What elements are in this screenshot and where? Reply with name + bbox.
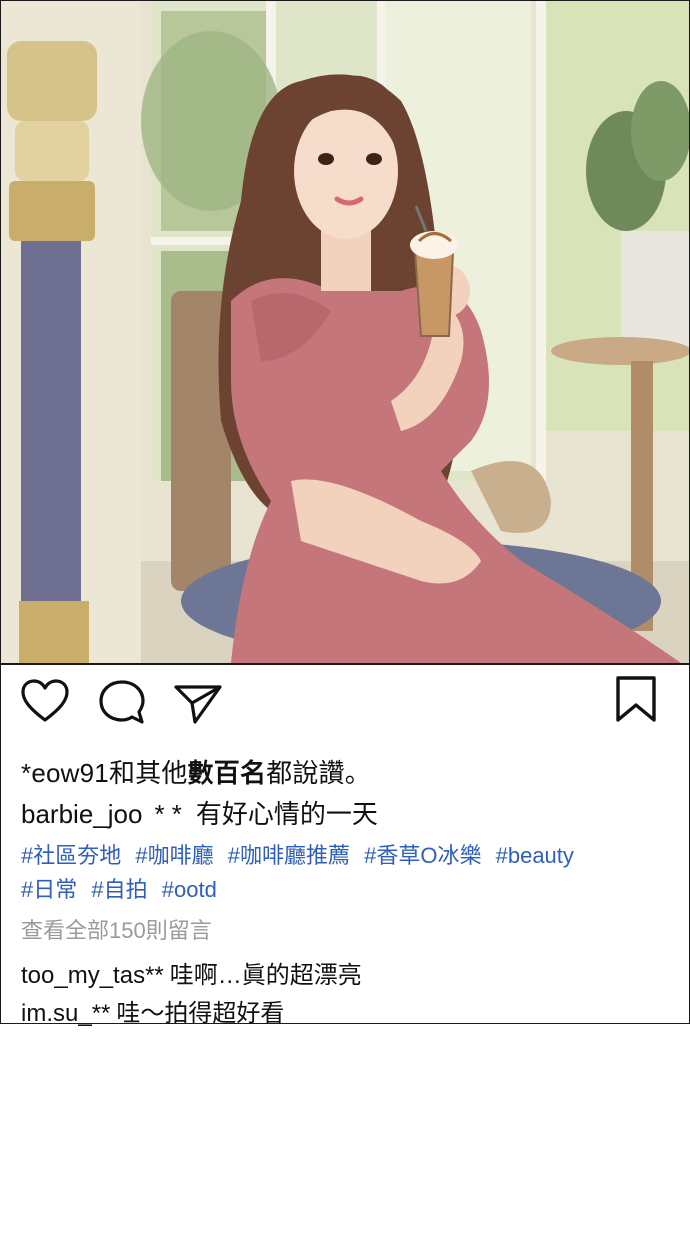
author-suffix: * * (154, 799, 182, 829)
likes-suffix: 都說讚。 (266, 758, 371, 788)
comment-username[interactable]: too_my_tas** (21, 962, 164, 989)
comment-item: too_my_tas** 哇啊…眞的超漂亮 (21, 955, 362, 990)
post-illustration (1, 1, 689, 663)
hashtag[interactable]: #咖啡廳 (135, 843, 213, 868)
likes-count[interactable]: 數百名 (188, 758, 267, 788)
paper-plane-icon (174, 685, 222, 724)
post-photo[interactable] (1, 1, 689, 665)
hashtag[interactable]: #beauty (496, 843, 574, 868)
share-button[interactable] (173, 683, 223, 725)
hashtag-list: #社區夯地 #咖啡廳 #咖啡廳推薦 #香草O冰樂 #beauty #日常 #自拍… (21, 839, 671, 907)
likes-user[interactable]: *eow91 (21, 758, 109, 788)
instagram-post: *eow91和其他數百名都說讚。 barbie_joo * * 有好心情的一天 #社… (0, 0, 690, 1027)
action-bar (1, 665, 689, 745)
comment-item: im.su_** 哇～拍得超好看 (21, 993, 284, 1028)
hashtag[interactable]: #自拍 (91, 877, 147, 902)
view-all-comments-link[interactable]: 查看全部150則留言 (21, 913, 212, 945)
caption-text: 有好心情的一天 (195, 799, 378, 829)
hashtag[interactable]: #ootd (162, 877, 217, 902)
likes-line: *eow91和其他數百名都說讚。 (21, 753, 371, 790)
bookmark-icon (616, 676, 656, 722)
comment-text: 哇啊…眞的超漂亮 (169, 962, 362, 989)
hashtag[interactable]: #社區夯地 (21, 843, 121, 868)
comment-bubble-icon (99, 680, 145, 724)
hashtag[interactable]: #日常 (21, 877, 77, 902)
comment-username[interactable]: im.su_** (21, 1000, 110, 1027)
like-button[interactable] (21, 679, 69, 723)
hashtag[interactable]: #香草O冰樂 (364, 843, 481, 868)
author-username[interactable]: barbie_joo (21, 799, 142, 829)
comment-button[interactable] (98, 679, 146, 725)
comment-text: 哇～拍得超好看 (116, 1000, 285, 1027)
save-button[interactable] (615, 675, 657, 723)
likes-text: 和其他 (108, 758, 188, 788)
hashtag[interactable]: #咖啡廳推薦 (228, 843, 350, 868)
heart-icon (21, 679, 69, 722)
post-caption: barbie_joo * * 有好心情的一天 (21, 794, 378, 831)
